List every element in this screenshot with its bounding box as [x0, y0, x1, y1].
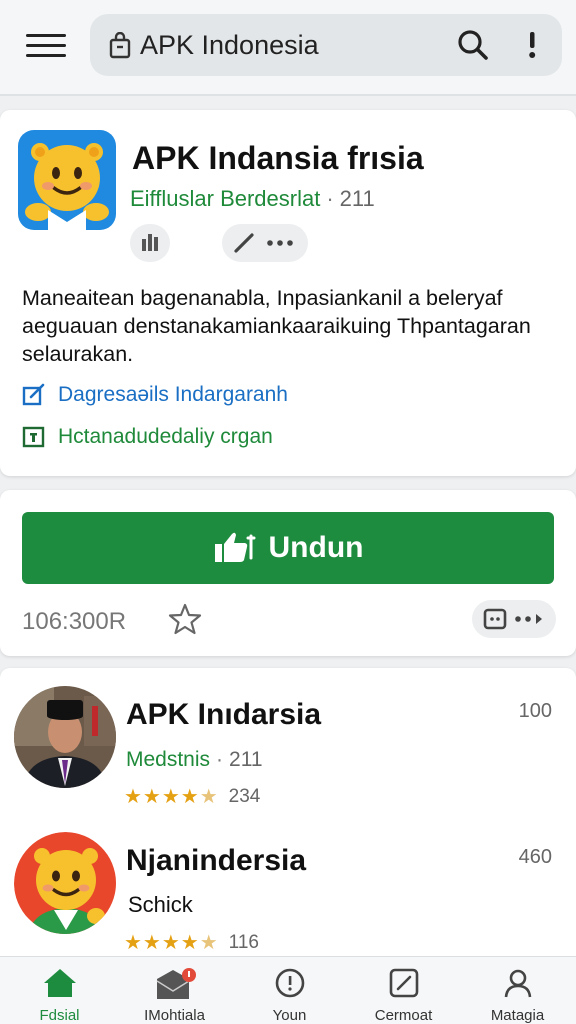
list-item-count: 211 — [229, 748, 263, 771]
app-detail-card: APK Indansia frısia Eiffluslar Berdesrla… — [0, 110, 576, 476]
rating-stars: ★★★★ ★ 116 — [124, 930, 259, 955]
star-icon: ★★★★ — [124, 932, 200, 954]
nav-label[interactable]: Fdsial — [2, 1007, 117, 1024]
rating-stars: ★★★★ ★ 234 — [124, 784, 260, 809]
search-icon[interactable] — [456, 28, 490, 62]
mail-icon — [156, 968, 196, 999]
nav-item-messages[interactable]: IMohtiala — [117, 957, 232, 1024]
bottom-navigation: Fdsial IMohtiala Youn Cermoat Matagia — [0, 956, 576, 1024]
search-input[interactable]: APK Indonesia — [140, 30, 319, 61]
app-title: APK Indansia frısia — [132, 140, 424, 176]
list-item-subtitle: Schick — [128, 892, 193, 917]
app-description: Maneaitean bagenanabla, Inpasiankanil a … — [22, 286, 531, 366]
list-item[interactable]: APK Inıdarsia Medstnis · 211 ★★★★ ★ 234 100 — [0, 682, 576, 822]
review-count: 234 — [228, 785, 261, 807]
edit-more-icon — [234, 233, 293, 253]
download-button-label[interactable]: Undun — [269, 531, 364, 565]
more-options-chip[interactable] — [472, 600, 556, 638]
person-icon — [504, 969, 531, 998]
nav-label[interactable]: Matagia — [460, 1007, 575, 1024]
list-item[interactable]: Njanindersia Schick ★★★★ ★ 116 460 — [0, 828, 576, 968]
separator-dot: · — [326, 186, 334, 211]
nav-item-profile[interactable]: Matagia — [460, 957, 575, 1024]
download-button[interactable]: Undun — [22, 512, 554, 584]
more-options-icon — [483, 608, 542, 630]
star-outline-icon[interactable] — [168, 602, 202, 636]
related-apps-card: APK Inıdarsia Medstnis · 211 ★★★★ ★ 234 100 — [0, 668, 576, 968]
bar-chart-icon — [142, 234, 158, 251]
app-developer[interactable]: Eiffluslar Berdesrlat · 211 — [130, 186, 375, 212]
home-icon — [43, 969, 76, 997]
list-item-developer: Medstnis — [126, 748, 211, 771]
download-size: 106:300R — [22, 608, 127, 635]
details-link[interactable]: Dagresaəils Indargaranh — [22, 380, 288, 410]
nav-item-recent[interactable]: Youn — [232, 957, 347, 1024]
stats-chip[interactable] — [130, 224, 170, 262]
list-item-title[interactable]: Njanindersia — [126, 844, 306, 878]
list-item-subtitle: Medstnis · 211 — [126, 748, 263, 772]
list-item-number: 460 — [518, 846, 552, 868]
nav-label[interactable]: IMohtiala — [117, 1007, 232, 1024]
info-box-icon — [22, 426, 45, 448]
organization-link[interactable]: Hctanadudedaliy crgan — [22, 422, 273, 452]
list-item-title[interactable]: APK Inıdarsia — [126, 698, 321, 732]
nav-label[interactable]: Cermoat — [346, 1007, 461, 1024]
nav-label[interactable]: Youn — [232, 1007, 347, 1024]
details-link-label[interactable]: Dagresaəils Indargaranh — [58, 383, 288, 407]
star-half-icon: ★ — [199, 932, 219, 954]
top-app-bar: APK Indonesia — [0, 0, 576, 96]
download-card: Undun 106:300R — [0, 490, 576, 656]
menu-icon[interactable] — [26, 34, 66, 58]
developer-name[interactable]: Eiffluslar Berdesrlat — [130, 186, 320, 211]
avatar — [14, 686, 116, 788]
shopping-bag-icon — [109, 32, 131, 59]
organization-link-label[interactable]: Hctanadudedaliy crgan — [58, 425, 273, 449]
separator-dot: · — [216, 748, 224, 771]
nav-item-compose[interactable]: Cermoat — [346, 957, 461, 1024]
edit-more-chip[interactable] — [222, 224, 308, 262]
nav-item-home[interactable]: Fdsial — [2, 957, 117, 1024]
star-icon: ★★★★ — [124, 786, 200, 808]
thumbs-up-icon — [214, 532, 256, 562]
avatar — [14, 832, 116, 934]
clock-icon — [275, 968, 304, 998]
star-half-icon: ★ — [199, 786, 219, 808]
app-icon[interactable] — [18, 130, 116, 230]
review-count: 116 — [228, 931, 259, 953]
edit-square-icon — [22, 383, 45, 406]
edit-icon — [389, 968, 418, 998]
developer-count: 211 — [339, 186, 375, 211]
search-bar[interactable]: APK Indonesia — [90, 14, 562, 76]
list-item-number: 100 — [518, 700, 552, 722]
more-vert-icon[interactable] — [524, 28, 540, 62]
